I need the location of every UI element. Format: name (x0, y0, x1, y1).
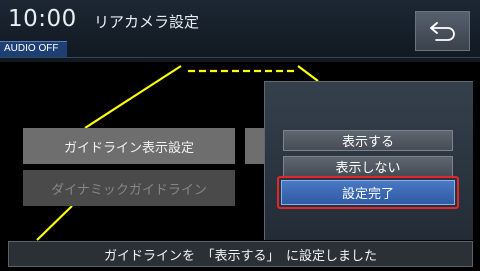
display-options-popup: 表示する 表示しない 設定完了 (264, 81, 473, 240)
settings-complete-button[interactable]: 設定完了 (281, 180, 455, 205)
status-message: ガイドラインを 「表示する」 に設定しました (8, 241, 473, 267)
option-show-button[interactable]: 表示する (283, 130, 453, 151)
guide-line-right (297, 65, 319, 82)
option-hide-button[interactable]: 表示しない (283, 156, 453, 177)
guide-line-left (84, 65, 182, 129)
guideline-settings-button[interactable]: ガイドライン表示設定 (23, 128, 235, 164)
guide-line-lower-left (36, 205, 73, 241)
dynamic-guideline-button: ダイナミックガイドライン (23, 170, 235, 206)
confirm-highlight: 設定完了 (277, 176, 459, 209)
